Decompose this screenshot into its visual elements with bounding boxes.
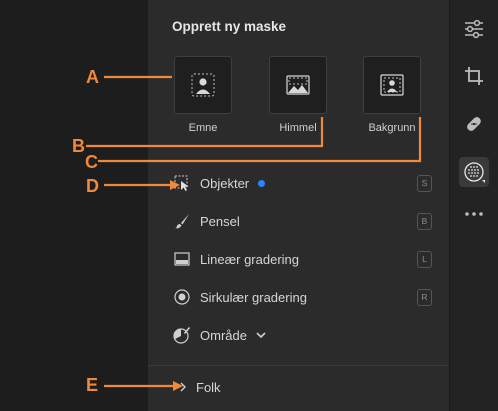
callout-b-label: B [72,136,85,156]
callout-a-label: A [86,67,99,87]
callout-e-label: E [86,375,99,395]
callout-b-line [86,117,324,148]
callout-d-arrowhead [170,180,180,190]
callout-e-arrowhead [173,381,183,391]
callout-c-label: C [85,152,98,172]
callout-d-label: D [86,176,99,196]
callout-c-line [98,117,422,163]
callout-lines [86,75,422,391]
